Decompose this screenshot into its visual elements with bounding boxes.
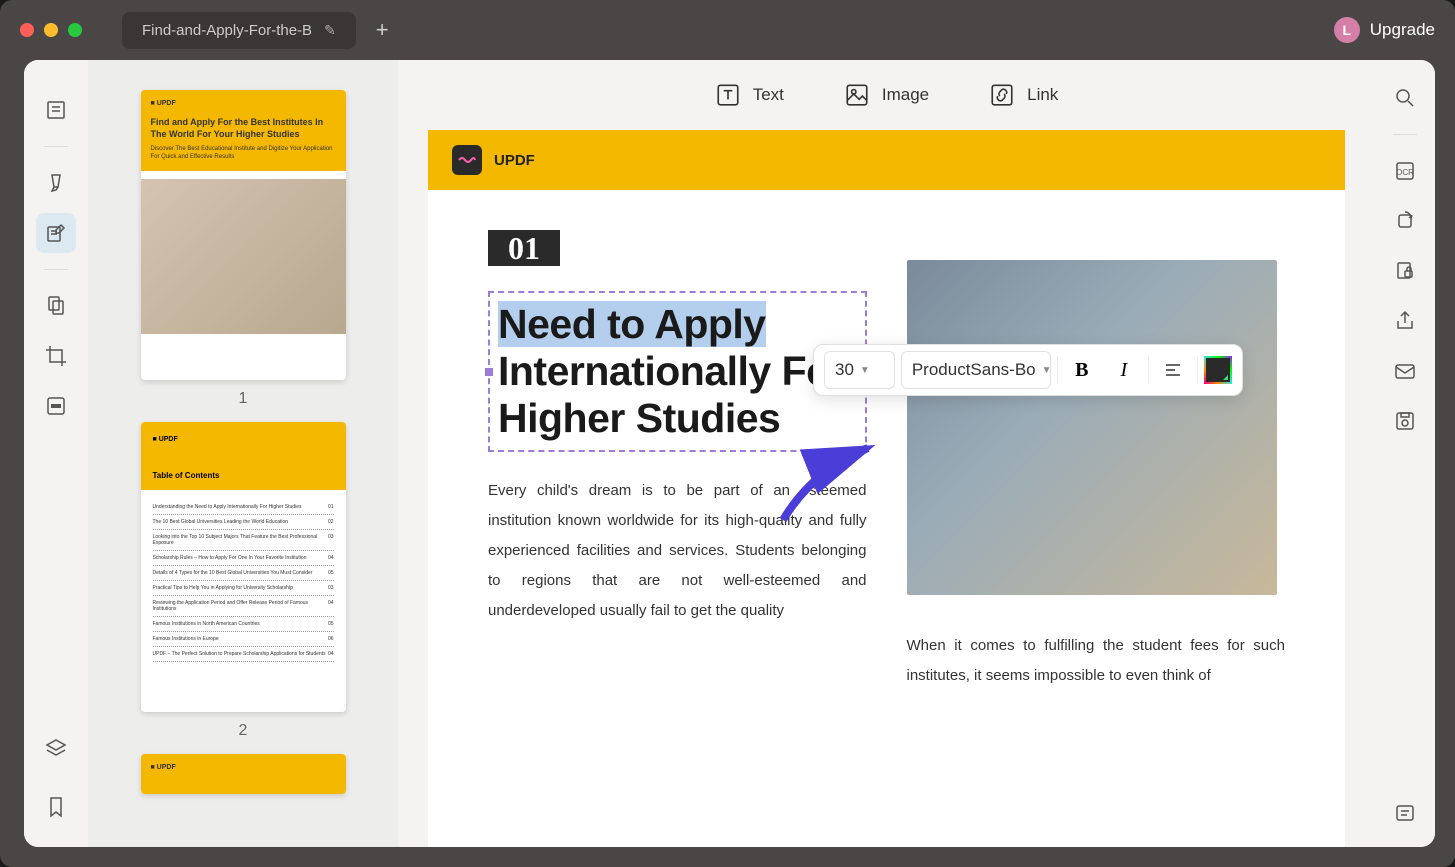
- pencil-icon[interactable]: ✎: [324, 22, 336, 39]
- left-toolbar: [24, 60, 88, 847]
- rotate-button[interactable]: [1387, 203, 1423, 239]
- search-button[interactable]: [1387, 80, 1423, 116]
- avatar[interactable]: L: [1334, 17, 1360, 43]
- bold-button[interactable]: B: [1064, 352, 1100, 388]
- brand-name: UPDF: [494, 152, 535, 169]
- document-photo[interactable]: [907, 260, 1277, 595]
- page-thumbnail-1[interactable]: ■ UPDF Find and Apply For the Best Insti…: [141, 90, 346, 380]
- window-minimize[interactable]: [44, 23, 58, 37]
- add-image-button[interactable]: Image: [844, 82, 929, 108]
- text-format-toolbar: 30 ▼ ProductSans-Bo ▼ B I: [813, 344, 1243, 396]
- thumbnail-number: 2: [239, 722, 248, 740]
- body-paragraph-right[interactable]: When it comes to fulfilling the student …: [907, 631, 1286, 691]
- thumbnail-number: 1: [239, 390, 248, 408]
- updf-logo-icon: [452, 145, 482, 175]
- add-text-button[interactable]: Text: [715, 82, 784, 108]
- annotation-arrow: [773, 430, 893, 530]
- heading-rest-text[interactable]: Internationally For Higher Studies: [498, 348, 846, 441]
- highlighter-tool[interactable]: [36, 163, 76, 203]
- ocr-button[interactable]: OCR: [1387, 153, 1423, 189]
- mail-button[interactable]: [1387, 353, 1423, 389]
- font-family-select[interactable]: ProductSans-Bo ▼: [901, 351, 1051, 389]
- italic-button[interactable]: I: [1106, 352, 1142, 388]
- text-color-button[interactable]: [1204, 356, 1232, 384]
- organize-pages-tool[interactable]: [36, 286, 76, 326]
- crop-tool[interactable]: [36, 336, 76, 376]
- reader-tool[interactable]: [36, 90, 76, 130]
- heading-selected-text[interactable]: Need to Apply: [498, 301, 766, 347]
- titlebar: Find-and-Apply-For-the-B ✎ + L Upgrade: [0, 0, 1455, 60]
- protect-button[interactable]: [1387, 253, 1423, 289]
- layers-tool[interactable]: [36, 729, 76, 769]
- document-tab[interactable]: Find-and-Apply-For-the-B ✎: [122, 12, 356, 49]
- page-thumbnail-2[interactable]: ■ UPDF Table of Contents Understanding t…: [141, 422, 346, 712]
- font-size-select[interactable]: 30 ▼: [824, 351, 895, 389]
- tab-title: Find-and-Apply-For-the-B: [142, 22, 312, 39]
- chapter-number: 01: [488, 230, 560, 266]
- chevron-down-icon: ▼: [1042, 365, 1051, 376]
- edit-tool[interactable]: [36, 213, 76, 253]
- new-tab-button[interactable]: +: [364, 17, 401, 43]
- redact-tool[interactable]: [36, 386, 76, 426]
- window-close[interactable]: [20, 23, 34, 37]
- window-maximize[interactable]: [68, 23, 82, 37]
- upgrade-button[interactable]: Upgrade: [1370, 20, 1435, 40]
- heading-edit-box[interactable]: Need to Apply Internationally For Higher…: [488, 291, 867, 452]
- share-button[interactable]: [1387, 303, 1423, 339]
- align-button[interactable]: [1155, 352, 1191, 388]
- right-toolbar: OCR: [1375, 60, 1435, 847]
- thumbnails-panel: ■ UPDF Find and Apply For the Best Insti…: [88, 60, 398, 847]
- add-link-button[interactable]: Link: [989, 82, 1058, 108]
- bookmark-tool[interactable]: [36, 787, 76, 827]
- chevron-down-icon: ▼: [860, 365, 870, 376]
- save-button[interactable]: [1387, 403, 1423, 439]
- notes-button[interactable]: [1387, 795, 1423, 831]
- page-thumbnail-3[interactable]: ■ UPDF: [141, 754, 346, 794]
- document-content: Text Image Link UPDF: [398, 60, 1375, 847]
- svg-text:OCR: OCR: [1396, 168, 1414, 177]
